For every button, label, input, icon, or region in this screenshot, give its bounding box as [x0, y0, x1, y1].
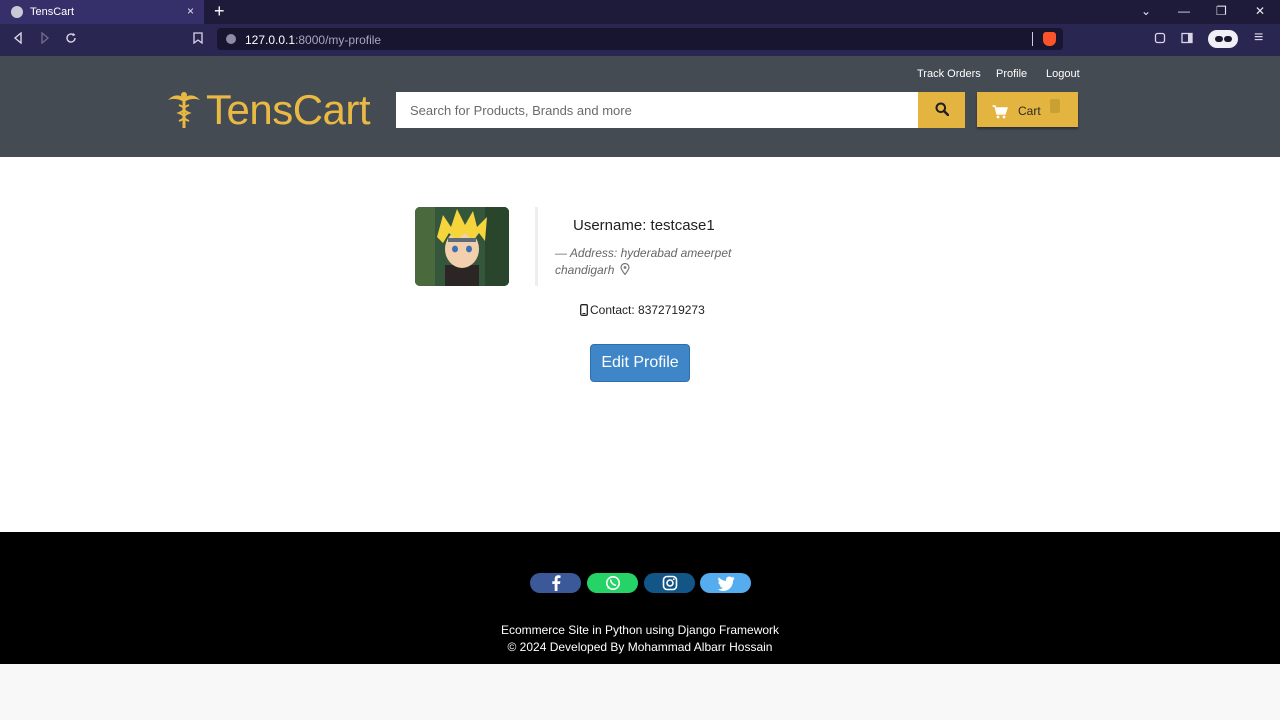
profile-address: — Address: hyderabad ameerpet chandigarh — [555, 245, 745, 280]
search-button[interactable] — [918, 92, 965, 128]
address-text: — Address: hyderabad ameerpet chandigarh — [555, 246, 732, 277]
maximize-icon[interactable]: ❐ — [1216, 4, 1227, 18]
site-info-icon[interactable] — [226, 34, 236, 44]
private-window-icon[interactable] — [1208, 30, 1238, 48]
profile-divider — [535, 207, 538, 286]
brave-shield-icon[interactable] — [1043, 32, 1056, 46]
caduceus-icon — [166, 90, 202, 130]
sidebar-icon[interactable] — [1181, 32, 1193, 47]
site-header: Track Orders Profile Logout TensCart Car… — [0, 56, 1280, 157]
browser-tab[interactable]: TensCart × — [0, 0, 204, 24]
minimize-icon[interactable]: — — [1178, 4, 1190, 18]
profile-link[interactable]: Profile — [996, 68, 1027, 80]
url-divider — [1032, 32, 1033, 46]
instagram-icon[interactable] — [644, 573, 695, 593]
tab-list-icon[interactable]: ⌄ — [1141, 4, 1151, 18]
edit-profile-button[interactable]: Edit Profile — [590, 344, 690, 382]
tab-close-icon[interactable]: × — [187, 4, 194, 18]
site-footer: Ecommerce Site in Python using Django Fr… — [0, 532, 1280, 664]
browser-toolbar: 127.0.0.1:8000/my-profile ≡ — [0, 24, 1280, 56]
footer-tagline: Ecommerce Site in Python using Django Fr… — [500, 623, 780, 637]
cart-button[interactable]: Cart — [977, 92, 1078, 127]
track-orders-link[interactable]: Track Orders — [917, 68, 981, 80]
address-bar[interactable]: 127.0.0.1:8000/my-profile — [217, 28, 1063, 50]
extensions-icon[interactable] — [1154, 32, 1166, 47]
page-bottom-area — [0, 664, 1280, 720]
logout-link[interactable]: Logout — [1046, 68, 1080, 80]
search-icon — [935, 102, 949, 119]
cart-icon — [992, 105, 1008, 122]
whatsapp-icon[interactable] — [587, 573, 638, 593]
footer-copyright: © 2024 Developed By Mohammad Albarr Hoss… — [507, 640, 773, 654]
contact-text: Contact: 8372719273 — [590, 303, 705, 317]
tab-title: TensCart — [30, 6, 75, 18]
url-text[interactable]: 127.0.0.1:8000/my-profile — [245, 33, 381, 47]
menu-icon[interactable]: ≡ — [1254, 29, 1263, 47]
site-logo[interactable]: TensCart — [166, 86, 371, 133]
new-tab-icon[interactable]: + — [214, 2, 225, 20]
profile-contact: Contact: 8372719273 — [580, 303, 705, 317]
bookmark-icon[interactable] — [193, 32, 203, 47]
cart-label: Cart — [1018, 104, 1041, 118]
profile-username: Username: testcase1 — [573, 217, 715, 234]
back-icon[interactable] — [12, 31, 24, 47]
avatar — [415, 207, 509, 286]
logo-text: TensCart — [206, 86, 371, 133]
location-icon — [620, 262, 630, 280]
search-input[interactable] — [396, 92, 918, 128]
forward-icon[interactable] — [39, 31, 51, 47]
reload-icon[interactable] — [65, 32, 77, 47]
facebook-icon[interactable] — [530, 573, 581, 593]
cart-count-badge — [1050, 99, 1060, 113]
window-close-icon[interactable]: ✕ — [1255, 4, 1265, 18]
phone-icon — [580, 304, 588, 316]
browser-tab-bar: TensCart × + ⌄ — ❐ ✕ — [0, 0, 1280, 24]
twitter-icon[interactable] — [700, 573, 751, 593]
favicon-icon — [11, 6, 23, 18]
